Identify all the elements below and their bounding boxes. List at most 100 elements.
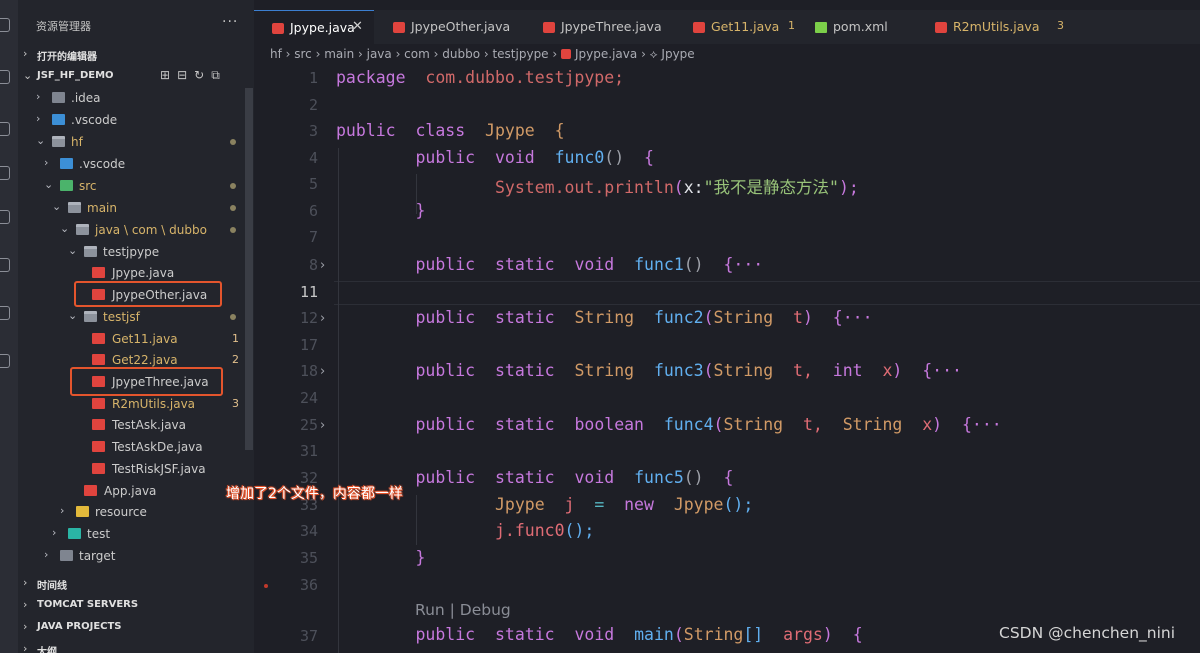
java-file-icon bbox=[543, 22, 555, 33]
tree-item-target[interactable]: › target bbox=[18, 545, 246, 567]
section-tomcat-servers[interactable]: › TOMCAT SERVERS bbox=[18, 595, 254, 615]
tab-jpypethree-java[interactable]: JpypeThree.java bbox=[525, 10, 675, 44]
code-line[interactable]: } bbox=[336, 548, 425, 567]
tree-item-testaskde-java[interactable]: TestAskDe.java bbox=[18, 436, 246, 458]
tree-item-r2mutils-java[interactable]: R2mUtils.java 3 bbox=[18, 393, 246, 415]
tree-item-testriskjsf-java[interactable]: TestRiskJSF.java bbox=[18, 458, 246, 480]
project-name: JSF_HF_DEMO bbox=[37, 70, 114, 81]
close-icon[interactable]: ✕ bbox=[352, 19, 363, 34]
token: main bbox=[634, 625, 674, 644]
more-actions-icon[interactable]: ··· bbox=[222, 14, 238, 30]
extensions-icon[interactable] bbox=[0, 210, 10, 224]
tree-item-hf-vscode[interactable]: › .vscode bbox=[18, 153, 246, 175]
source-control-icon[interactable] bbox=[0, 122, 10, 136]
code-line[interactable]: public static String func3(String t, int… bbox=[336, 361, 961, 380]
breadcrumb-symbol[interactable]: › ⟡ Jpype bbox=[641, 47, 695, 61]
breadcrumb-file[interactable]: Jpype.java bbox=[575, 47, 637, 61]
tab-jpype-java[interactable]: Jpype.java ✕ bbox=[254, 10, 374, 44]
fold-chevron-icon[interactable]: › bbox=[320, 364, 325, 379]
code-line[interactable]: System.out.println(x:"我不是静态方法"); bbox=[336, 174, 859, 198]
token: (); bbox=[564, 521, 595, 540]
tree-item-src[interactable]: ⌄ src bbox=[18, 175, 246, 197]
fold-chevron-icon[interactable]: › bbox=[320, 311, 325, 326]
section-outline[interactable]: › 大纲 bbox=[18, 639, 254, 653]
java-file-icon bbox=[92, 333, 105, 344]
folder-open-icon bbox=[52, 136, 65, 147]
new-file-icon[interactable]: ⊞ bbox=[160, 68, 177, 82]
line-number: 4 bbox=[308, 149, 318, 167]
code-line[interactable]: j.func0(); bbox=[336, 521, 594, 540]
fold-chevron-icon[interactable]: › bbox=[320, 258, 325, 273]
tree-item-label: java \ com \ dubbo bbox=[95, 223, 207, 237]
src-folder-icon bbox=[60, 180, 73, 191]
tree-item-hf[interactable]: ⌄ hf bbox=[18, 131, 246, 153]
tree-item-java-com-dubbo[interactable]: ⌄ java \ com \ dubbo bbox=[18, 219, 246, 241]
section-timeline[interactable]: › 时间线 bbox=[18, 573, 254, 593]
explorer-icon[interactable] bbox=[0, 18, 10, 32]
tree-item-main[interactable]: ⌄ main bbox=[18, 197, 246, 219]
java-file-icon bbox=[92, 441, 105, 452]
java-file-icon bbox=[935, 22, 947, 33]
code-line[interactable]: public class Jpype { bbox=[336, 121, 565, 140]
tab-jpypeother-java[interactable]: JpypeOther.java bbox=[375, 10, 525, 44]
tree-item-label: target bbox=[79, 549, 116, 563]
chevron-right-icon: › bbox=[52, 526, 57, 539]
token: func3 bbox=[653, 361, 704, 380]
token: package bbox=[336, 68, 406, 87]
sidebar-scrollbar[interactable] bbox=[245, 88, 253, 450]
code-line[interactable]: package com.dubbo.testjpype; bbox=[336, 68, 624, 87]
token: Jpype bbox=[485, 121, 535, 140]
tab-get11-java[interactable]: Get11.java 1 bbox=[675, 10, 800, 44]
chevron-right-icon: › bbox=[36, 112, 41, 125]
token: func4 bbox=[663, 415, 714, 434]
token: public bbox=[415, 255, 476, 274]
tree-item-app-java[interactable]: App.java bbox=[18, 480, 246, 502]
project-actions: ⊞⊟↻⧉ bbox=[160, 68, 227, 83]
refresh-icon[interactable]: ↻ bbox=[194, 68, 211, 82]
tree-item-get11-java[interactable]: Get11.java 1 bbox=[18, 328, 246, 350]
breakpoint-marker[interactable] bbox=[264, 584, 268, 588]
breadcrumb-path[interactable]: hf › src › main › java › com › dubbo › t… bbox=[270, 47, 557, 61]
section-java-projects[interactable]: › JAVA PROJECTS bbox=[18, 617, 254, 637]
tree-item-test[interactable]: › test bbox=[18, 523, 246, 545]
code-line[interactable]: public void func0() { bbox=[336, 148, 653, 167]
section-open-editors[interactable]: › 打开的编辑器 bbox=[18, 44, 254, 64]
run-debug-icon[interactable] bbox=[0, 166, 10, 180]
code-line[interactable]: public static void main(String[] args) { bbox=[336, 625, 863, 644]
token: { bbox=[852, 625, 863, 644]
token: "我不是静态方法" bbox=[703, 178, 839, 197]
vscode-folder-icon bbox=[60, 158, 73, 169]
tree-item-vscode[interactable]: › .vscode bbox=[18, 109, 246, 131]
token: func0 bbox=[554, 148, 605, 167]
tree-item-resource[interactable]: › resource bbox=[18, 501, 246, 523]
docker-icon[interactable] bbox=[0, 354, 10, 368]
tree-item-label: Get11.java bbox=[112, 332, 178, 346]
token: ) bbox=[932, 415, 943, 434]
token: new bbox=[624, 495, 654, 514]
tree-item-testjsf[interactable]: ⌄ testjsf bbox=[18, 306, 246, 328]
codelens-run-debug[interactable]: Run | Debug bbox=[415, 601, 511, 619]
tree-item-testask-java[interactable]: TestAsk.java bbox=[18, 414, 246, 436]
tree-item-idea[interactable]: › .idea bbox=[18, 87, 246, 109]
tab-label: Get11.java bbox=[711, 19, 780, 34]
line-number: 8 bbox=[308, 256, 318, 274]
tree-item-testjpype[interactable]: ⌄ testjpype bbox=[18, 241, 246, 263]
folder-open-icon bbox=[76, 224, 89, 235]
remote-icon[interactable] bbox=[0, 258, 10, 272]
tree-item-label: .vscode bbox=[79, 157, 126, 171]
testing-icon[interactable] bbox=[0, 306, 10, 320]
breadcrumb[interactable]: hf › src › main › java › com › dubbo › t… bbox=[270, 47, 695, 62]
token: } bbox=[415, 201, 426, 220]
code-line[interactable]: public static boolean func4(String t, St… bbox=[336, 415, 1001, 434]
code-line[interactable]: public static void func1() {··· bbox=[336, 255, 763, 274]
tab-r2mutils-java[interactable]: R2mUtils.java 3 bbox=[917, 10, 1077, 44]
fold-chevron-icon[interactable]: › bbox=[320, 418, 325, 433]
chevron-right-icon: › bbox=[23, 598, 28, 611]
line-number: 24 bbox=[299, 389, 318, 407]
tab-pom-xml[interactable]: pom.xml bbox=[797, 10, 917, 44]
code-line[interactable]: public static String func2(String t) {··… bbox=[336, 308, 872, 327]
code-line[interactable]: } bbox=[336, 201, 425, 220]
new-folder-icon[interactable]: ⊟ bbox=[177, 68, 194, 82]
search-icon[interactable] bbox=[0, 70, 10, 84]
collapse-all-icon[interactable]: ⧉ bbox=[211, 68, 227, 82]
